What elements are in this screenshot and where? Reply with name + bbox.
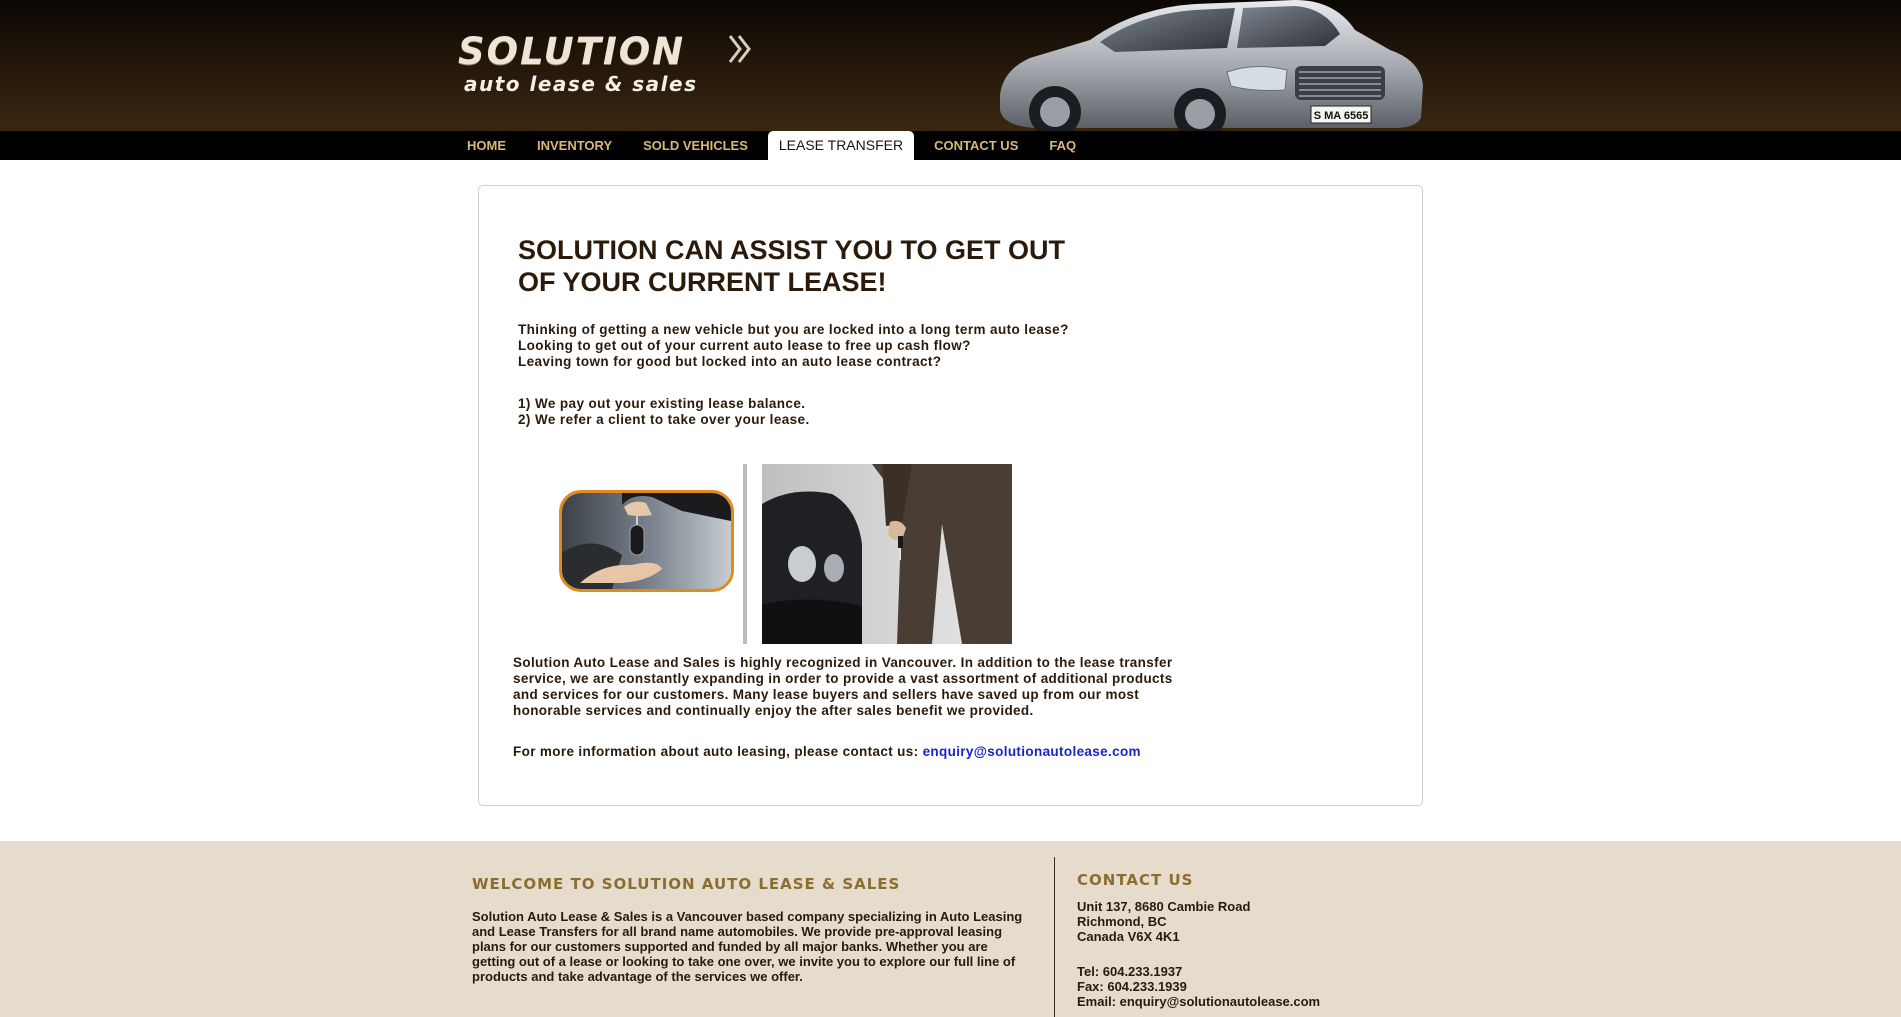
footer-contact-section: CONTACT US Unit 137, 8680 Cambie Road Ri… xyxy=(1077,871,1457,1009)
intro-line: Leaving town for good but locked into an… xyxy=(518,354,942,369)
intro-line: Looking to get out of your current auto … xyxy=(518,338,971,353)
nav-item-contact-us[interactable]: CONTACT US xyxy=(923,131,1029,160)
footer-fax: Fax: 604.233.1939 xyxy=(1077,979,1187,994)
header-car-image: S MA 6565 xyxy=(1000,0,1423,131)
license-plate-text: S MA 6565 xyxy=(1314,110,1369,122)
site-logo[interactable]: SOLUTION auto lease & sales xyxy=(458,30,778,100)
footer-divider xyxy=(1054,857,1055,1017)
intro-line: Thinking of getting a new vehicle but yo… xyxy=(518,322,1069,337)
footer-email-line: Email: enquiry@solutionautolease.com xyxy=(1077,994,1457,1009)
nav-item-home[interactable]: HOME xyxy=(456,131,517,160)
footer-welcome-heading: WELCOME TO SOLUTION AUTO LEASE & SALES xyxy=(472,875,901,893)
photo-divider xyxy=(743,464,747,644)
footer-tel: Tel: 604.233.1937 xyxy=(1077,964,1183,979)
logo-tagline: auto lease & sales xyxy=(464,72,698,96)
nav-item-faq[interactable]: FAQ xyxy=(1038,131,1087,160)
logo-wordmark: SOLUTION xyxy=(458,30,686,73)
site-header: SOLUTION auto lease & sales S MA 6565 xyxy=(0,0,1901,131)
page-title-line-1: SOLUTION CAN ASSIST YOU TO GET OUT xyxy=(518,235,1066,265)
footer-welcome-text: Solution Auto Lease & Sales is a Vancouv… xyxy=(472,909,1023,984)
nav-item-inventory[interactable]: INVENTORY xyxy=(526,131,623,160)
logo-chevrons-icon xyxy=(728,35,751,63)
nav-item-sold-vehicles[interactable]: SOLD VEHICLES xyxy=(632,131,759,160)
enquiry-email-link[interactable]: enquiry@solutionautolease.com xyxy=(923,744,1141,759)
page-title-line-2: OF YOUR CURRENT LEASE! xyxy=(518,267,887,297)
contact-prompt: For more information about auto leasing,… xyxy=(513,744,1233,760)
address-line: Unit 137, 8680 Cambie Road xyxy=(1077,899,1251,914)
nav-item-lease-transfer[interactable]: LEASE TRANSFER xyxy=(767,131,915,160)
intro-questions: Thinking of getting a new vehicle but yo… xyxy=(518,322,1218,370)
footer-contact-heading: CONTACT US xyxy=(1077,871,1194,889)
address-line: Canada V6X 4K1 xyxy=(1077,929,1180,944)
nav-menu: HOME INVENTORY SOLD VEHICLES LEASE TRANS… xyxy=(456,131,1096,160)
address-line: Richmond, BC xyxy=(1077,914,1167,929)
site-footer: WELCOME TO SOLUTION AUTO LEASE & SALES S… xyxy=(0,841,1901,1017)
main-navigation: HOME INVENTORY SOLD VEHICLES LEASE TRANS… xyxy=(0,131,1901,160)
man-with-car-key-photo xyxy=(762,464,1012,644)
key-handover-photo xyxy=(559,490,734,592)
footer-contact-details: Tel: 604.233.1937 Fax: 604.233.1939 Emai… xyxy=(1077,964,1457,1009)
contact-prompt-text: For more information about auto leasing,… xyxy=(513,744,923,759)
service-options-list: 1) We pay out your existing lease balanc… xyxy=(518,396,1218,428)
page-title: SOLUTION CAN ASSIST YOU TO GET OUT OF YO… xyxy=(518,234,1138,298)
footer-email-link[interactable]: enquiry@solutionautolease.com xyxy=(1120,994,1321,1009)
service-option: 1) We pay out your existing lease balanc… xyxy=(518,396,806,411)
main-content-panel: SOLUTION CAN ASSIST YOU TO GET OUT OF YO… xyxy=(478,185,1423,806)
footer-email-label: Email: xyxy=(1077,994,1120,1009)
footer-welcome-section: WELCOME TO SOLUTION AUTO LEASE & SALES S… xyxy=(472,875,1032,984)
company-description: Solution Auto Lease and Sales is highly … xyxy=(513,655,1173,718)
service-option: 2) We refer a client to take over your l… xyxy=(518,412,810,427)
footer-address: Unit 137, 8680 Cambie Road Richmond, BC … xyxy=(1077,899,1457,944)
